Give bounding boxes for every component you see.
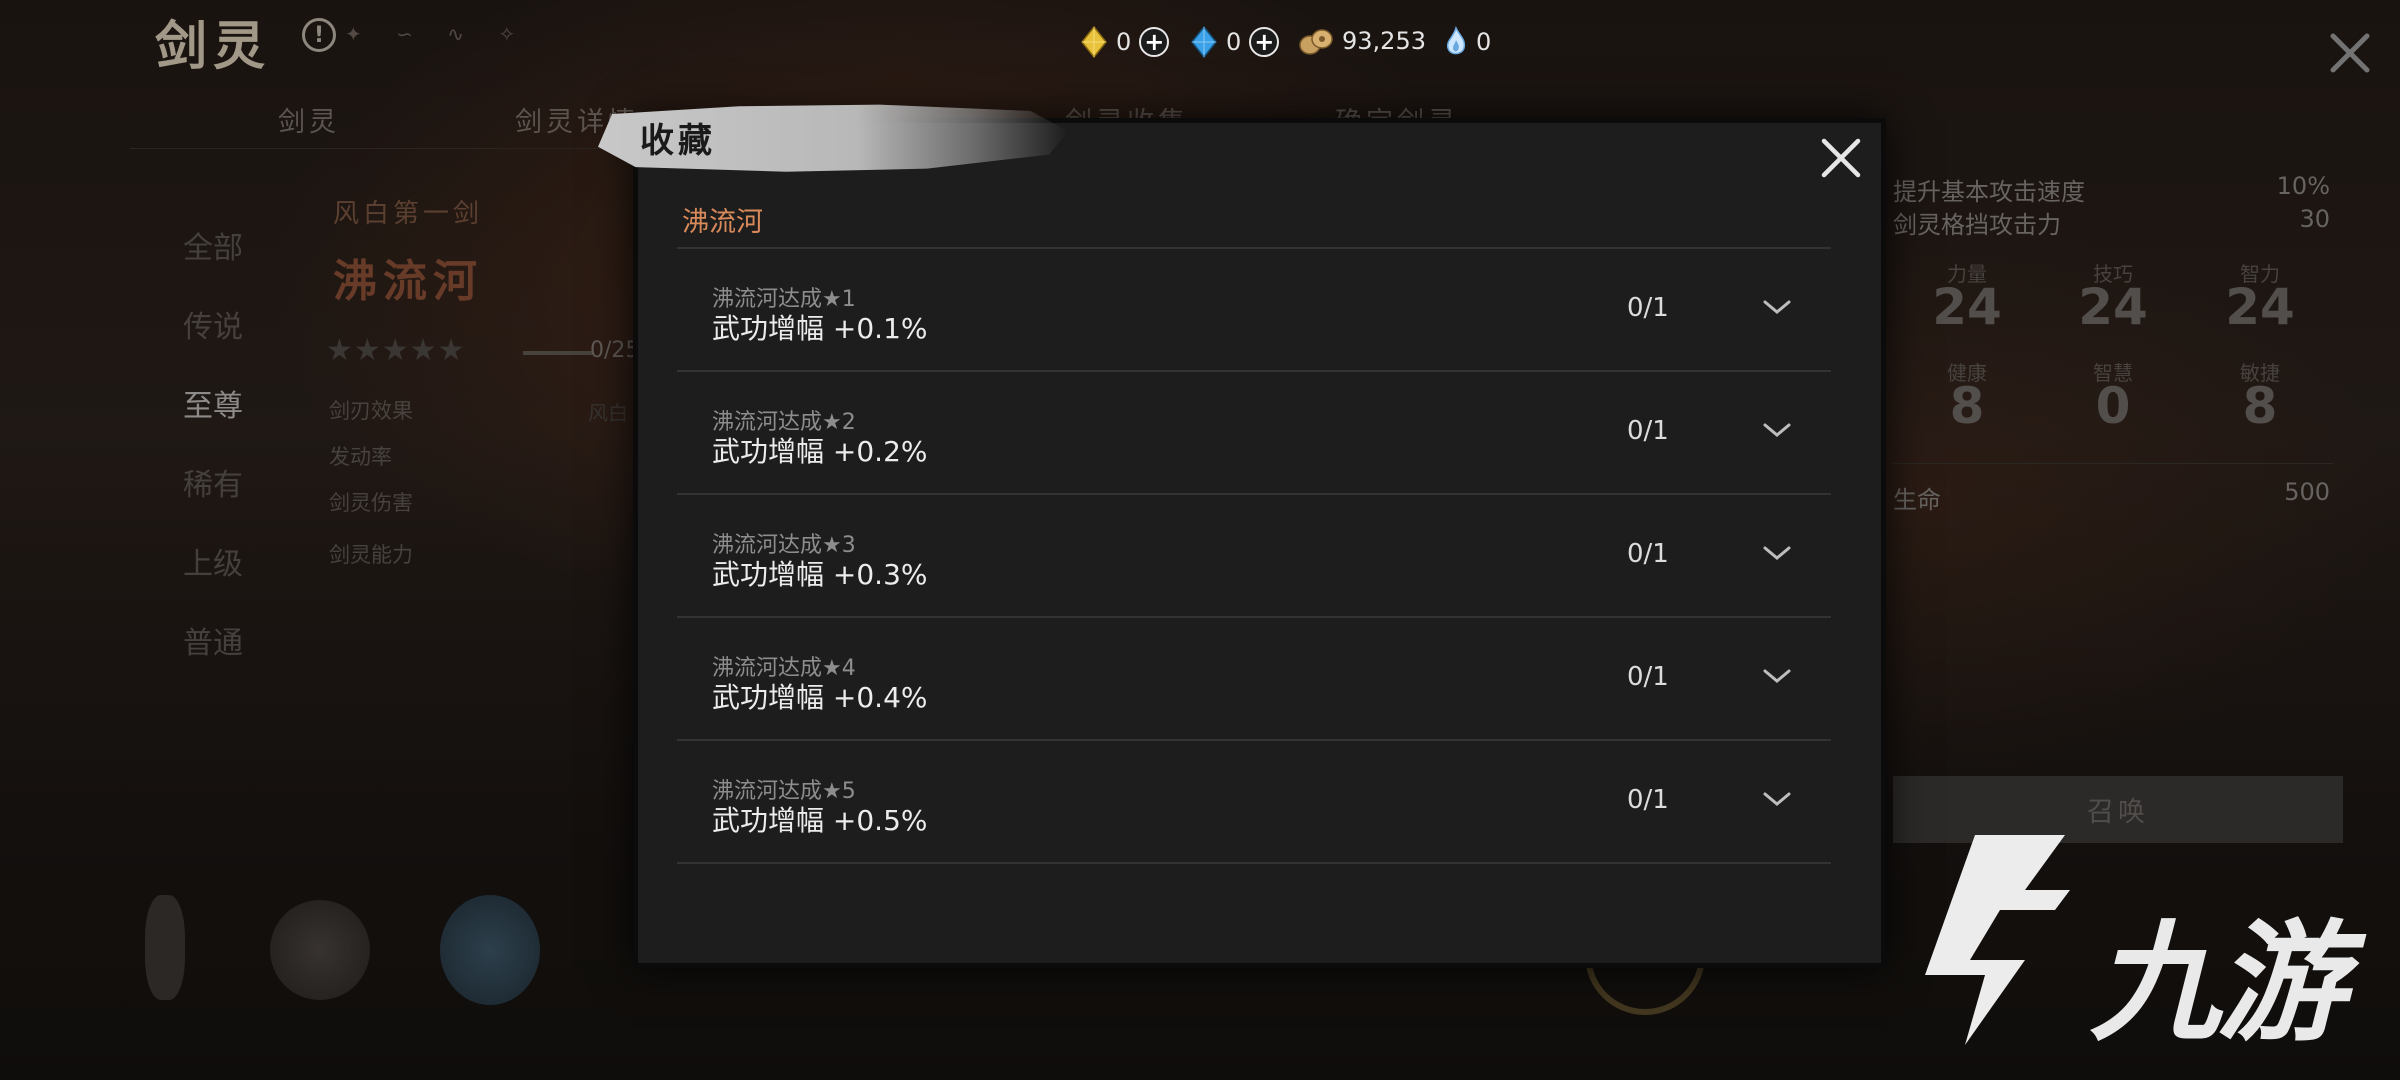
jiuyou-logo-icon [1925, 835, 2070, 1045]
blue-flame-icon [1446, 26, 1466, 55]
row-reward: 武功增幅 +0.5% [712, 804, 928, 837]
blue-diamond-icon [1191, 26, 1217, 58]
row-reward: 武功增幅 +0.2% [712, 435, 928, 468]
add-gold-diamond-button[interactable]: + [1139, 27, 1170, 57]
row-progress: 0/1 [1627, 539, 1669, 569]
chevron-down-icon[interactable] [1762, 297, 1792, 317]
row-progress: 0/1 [1627, 662, 1669, 692]
chevron-down-icon[interactable] [1762, 420, 1792, 440]
row-reward: 武功增幅 +0.1% [712, 312, 928, 345]
watermark-text: 九游 [2090, 907, 2346, 1059]
collection-row[interactable]: 沸流河达成★3 武功增幅 +0.3% 0/1 [677, 495, 1831, 618]
currency-gold-diamond: 0 + [1080, 26, 1170, 58]
currency-flame: 0 [1444, 26, 1491, 58]
row-progress: 0/1 [1627, 416, 1669, 446]
chevron-down-icon[interactable] [1762, 789, 1792, 809]
currency-blue-diamond: 0 + [1190, 26, 1280, 58]
gold-diamond-value: 0 [1116, 28, 1132, 56]
row-reward: 武功增幅 +0.4% [712, 681, 928, 714]
flame-value: 0 [1476, 28, 1492, 56]
row-progress: 0/1 [1627, 293, 1669, 323]
modal-title: 收藏 [640, 121, 716, 161]
collection-row[interactable]: 沸流河达成★1 武功增幅 +0.1% 0/1 [677, 249, 1831, 372]
modal-close-icon[interactable] [1818, 135, 1864, 181]
collection-row[interactable]: 沸流河达成★2 武功增幅 +0.2% 0/1 [677, 372, 1831, 495]
gold-diamond-icon [1081, 26, 1107, 58]
collection-row[interactable]: 沸流河达成★5 武功增幅 +0.5% 0/1 [677, 741, 1831, 864]
row-progress: 0/1 [1627, 785, 1669, 815]
chevron-down-icon[interactable] [1762, 543, 1792, 563]
collection-row[interactable]: 沸流河达成★4 武功增幅 +0.4% 0/1 [677, 618, 1831, 741]
chevron-down-icon[interactable] [1762, 666, 1792, 686]
row-reward: 武功增幅 +0.3% [712, 558, 928, 591]
modal-section-title: 沸流河 [682, 207, 763, 238]
blue-diamond-value: 0 [1226, 28, 1242, 56]
coin-pile-icon [1299, 29, 1333, 55]
add-blue-diamond-button[interactable]: + [1249, 27, 1280, 57]
coin-value: 93,253 [1342, 27, 1426, 55]
currency-coins: 93,253 [1298, 26, 1426, 56]
